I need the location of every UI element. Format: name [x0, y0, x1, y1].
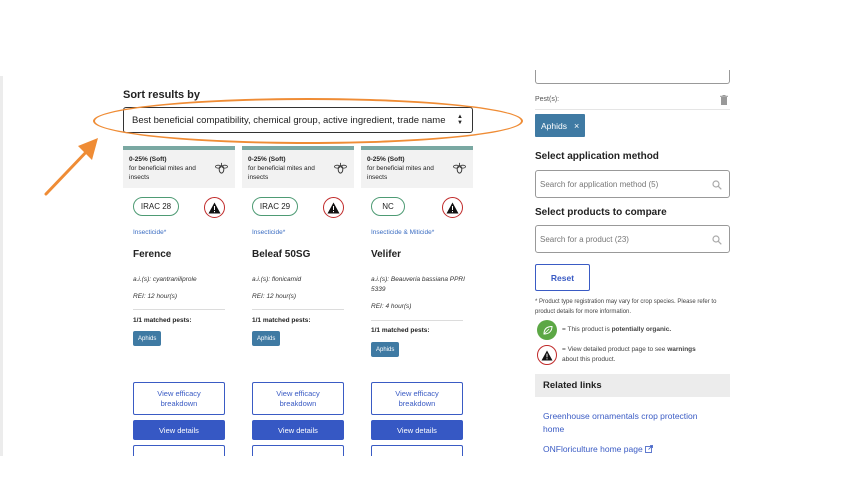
view-efficacy-button[interactable]: View efficacy breakdown	[133, 382, 225, 415]
product-card-velifer: 0-25% (Soft) for beneficial mites and in…	[361, 146, 473, 466]
toxicity-desc: for beneficial mites and insects	[129, 165, 196, 181]
divider	[252, 309, 344, 310]
toxicity-title: 0-25% (Soft)	[367, 156, 405, 163]
toxicity-desc: for beneficial mites and insects	[367, 165, 434, 181]
chemical-group-pill: IRAC 28	[133, 197, 179, 216]
view-efficacy-button[interactable]: View efficacy breakdown	[371, 382, 463, 415]
rei-value: REI: 12 hour(s)	[133, 293, 178, 300]
product-type: Insecticide & Miticide*	[371, 229, 435, 236]
warning-icon	[204, 197, 225, 218]
sort-selected-value: Best beneficial compatibility, chemical …	[132, 114, 446, 126]
product-card-beleaf: 0-25% (Soft) for beneficial mites and in…	[242, 146, 354, 466]
trash-icon[interactable]	[720, 95, 728, 105]
warning-legend-bold: warnings	[667, 346, 696, 353]
onfloriculture-link-text: ONFloriculture home page	[543, 444, 643, 454]
crop-input[interactable]	[535, 70, 730, 84]
view-efficacy-button[interactable]: View efficacy breakdown	[252, 382, 344, 415]
select-arrows-icon: ▲ ▼	[457, 114, 463, 126]
pest-label: Pest(s):	[535, 96, 560, 103]
pest-tag: Aphids	[133, 331, 162, 346]
viewport-cutoff	[0, 456, 863, 485]
close-icon[interactable]: ×	[574, 121, 579, 131]
view-details-button[interactable]: View details	[371, 420, 463, 440]
active-ingredient: a.i.(s): Beauveria bassiana PPRI 5339	[371, 276, 465, 293]
warning-legend-text: = View detailed product page to see	[562, 346, 668, 353]
application-method-title: Select application method	[535, 151, 659, 162]
greenhouse-link[interactable]: Greenhouse ornamentals crop protection h…	[543, 410, 713, 436]
search-icon	[712, 180, 722, 190]
organic-legend: = This product is potentially organic.	[537, 320, 671, 340]
organic-legend-text: = This product is	[562, 326, 612, 333]
toxicity-title: 0-25% (Soft)	[129, 156, 167, 163]
pest-tag: Aphids	[371, 342, 400, 357]
registration-note: * Product type registration may vary for…	[535, 299, 717, 315]
product-card-ference: 0-25% (Soft) for beneficial mites and in…	[123, 146, 235, 466]
search-icon	[712, 235, 722, 245]
rei-value: REI: 4 hour(s)	[371, 303, 412, 310]
view-details-button[interactable]: View details	[252, 420, 344, 440]
annotation-arrow-icon	[44, 138, 98, 196]
warning-icon	[537, 345, 557, 365]
toxicity-box: 0-25% (Soft) for beneficial mites and in…	[123, 150, 235, 188]
active-ingredient: a.i.(s): cyantraniliprole	[133, 276, 197, 283]
divider	[133, 309, 225, 310]
beneficial-insect-icon	[215, 162, 228, 174]
warning-icon	[323, 197, 344, 218]
pest-chip-aphids[interactable]: Aphids ×	[535, 114, 586, 137]
toxicity-title: 0-25% (Soft)	[248, 156, 286, 163]
product-type: Insecticide*	[252, 229, 286, 236]
view-details-button[interactable]: View details	[133, 420, 225, 440]
external-link-icon	[644, 445, 653, 453]
chemical-group-pill: NC	[371, 197, 405, 216]
matched-pests: 1/1 matched pests:	[371, 327, 430, 334]
warning-legend: = View detailed product page to see warn…	[537, 345, 712, 365]
reset-button[interactable]: Reset	[535, 264, 590, 291]
pest-chip-label: Aphids	[541, 120, 567, 131]
toxicity-desc: for beneficial mites and insects	[248, 165, 315, 181]
sort-label: Sort results by	[123, 89, 201, 101]
application-method-placeholder: Search for application method (5)	[540, 179, 659, 189]
application-method-input[interactable]: Search for application method (5)	[535, 170, 730, 198]
organic-legend-bold: potentially organic.	[611, 326, 672, 333]
related-links-title: Related links	[535, 374, 730, 397]
pest-tag: Aphids	[252, 331, 281, 346]
compare-product-input[interactable]: Search for a product (23)	[535, 225, 730, 253]
leaf-icon	[537, 320, 557, 340]
beneficial-insect-icon	[453, 162, 466, 174]
compare-products-title: Select products to compare	[535, 207, 667, 218]
toxicity-box: 0-25% (Soft) for beneficial mites and in…	[242, 150, 354, 188]
sort-select[interactable]: Best beneficial compatibility, chemical …	[123, 107, 473, 133]
product-name: Beleaf 50SG	[252, 249, 311, 260]
chemical-group-pill: IRAC 29	[252, 197, 298, 216]
toxicity-box: 0-25% (Soft) for beneficial mites and in…	[361, 150, 473, 188]
product-name: Velifer	[371, 249, 402, 260]
onfloriculture-link[interactable]: ONFloriculture home page	[543, 443, 653, 456]
warning-icon	[442, 197, 463, 218]
active-ingredient: a.i.(s): flonicamid	[252, 276, 302, 283]
product-type: Insecticide*	[133, 229, 167, 236]
matched-pests: 1/1 matched pests:	[133, 317, 192, 324]
product-name: Ference	[133, 249, 172, 260]
divider	[535, 109, 730, 110]
rei-value: REI: 12 hour(s)	[252, 293, 297, 300]
beneficial-insect-icon	[334, 162, 347, 174]
warning-legend-post: about this product.	[562, 356, 616, 363]
compare-product-placeholder: Search for a product (23)	[540, 234, 629, 244]
page-edge	[0, 76, 3, 456]
matched-pests: 1/1 matched pests:	[252, 317, 311, 324]
divider	[371, 320, 463, 321]
